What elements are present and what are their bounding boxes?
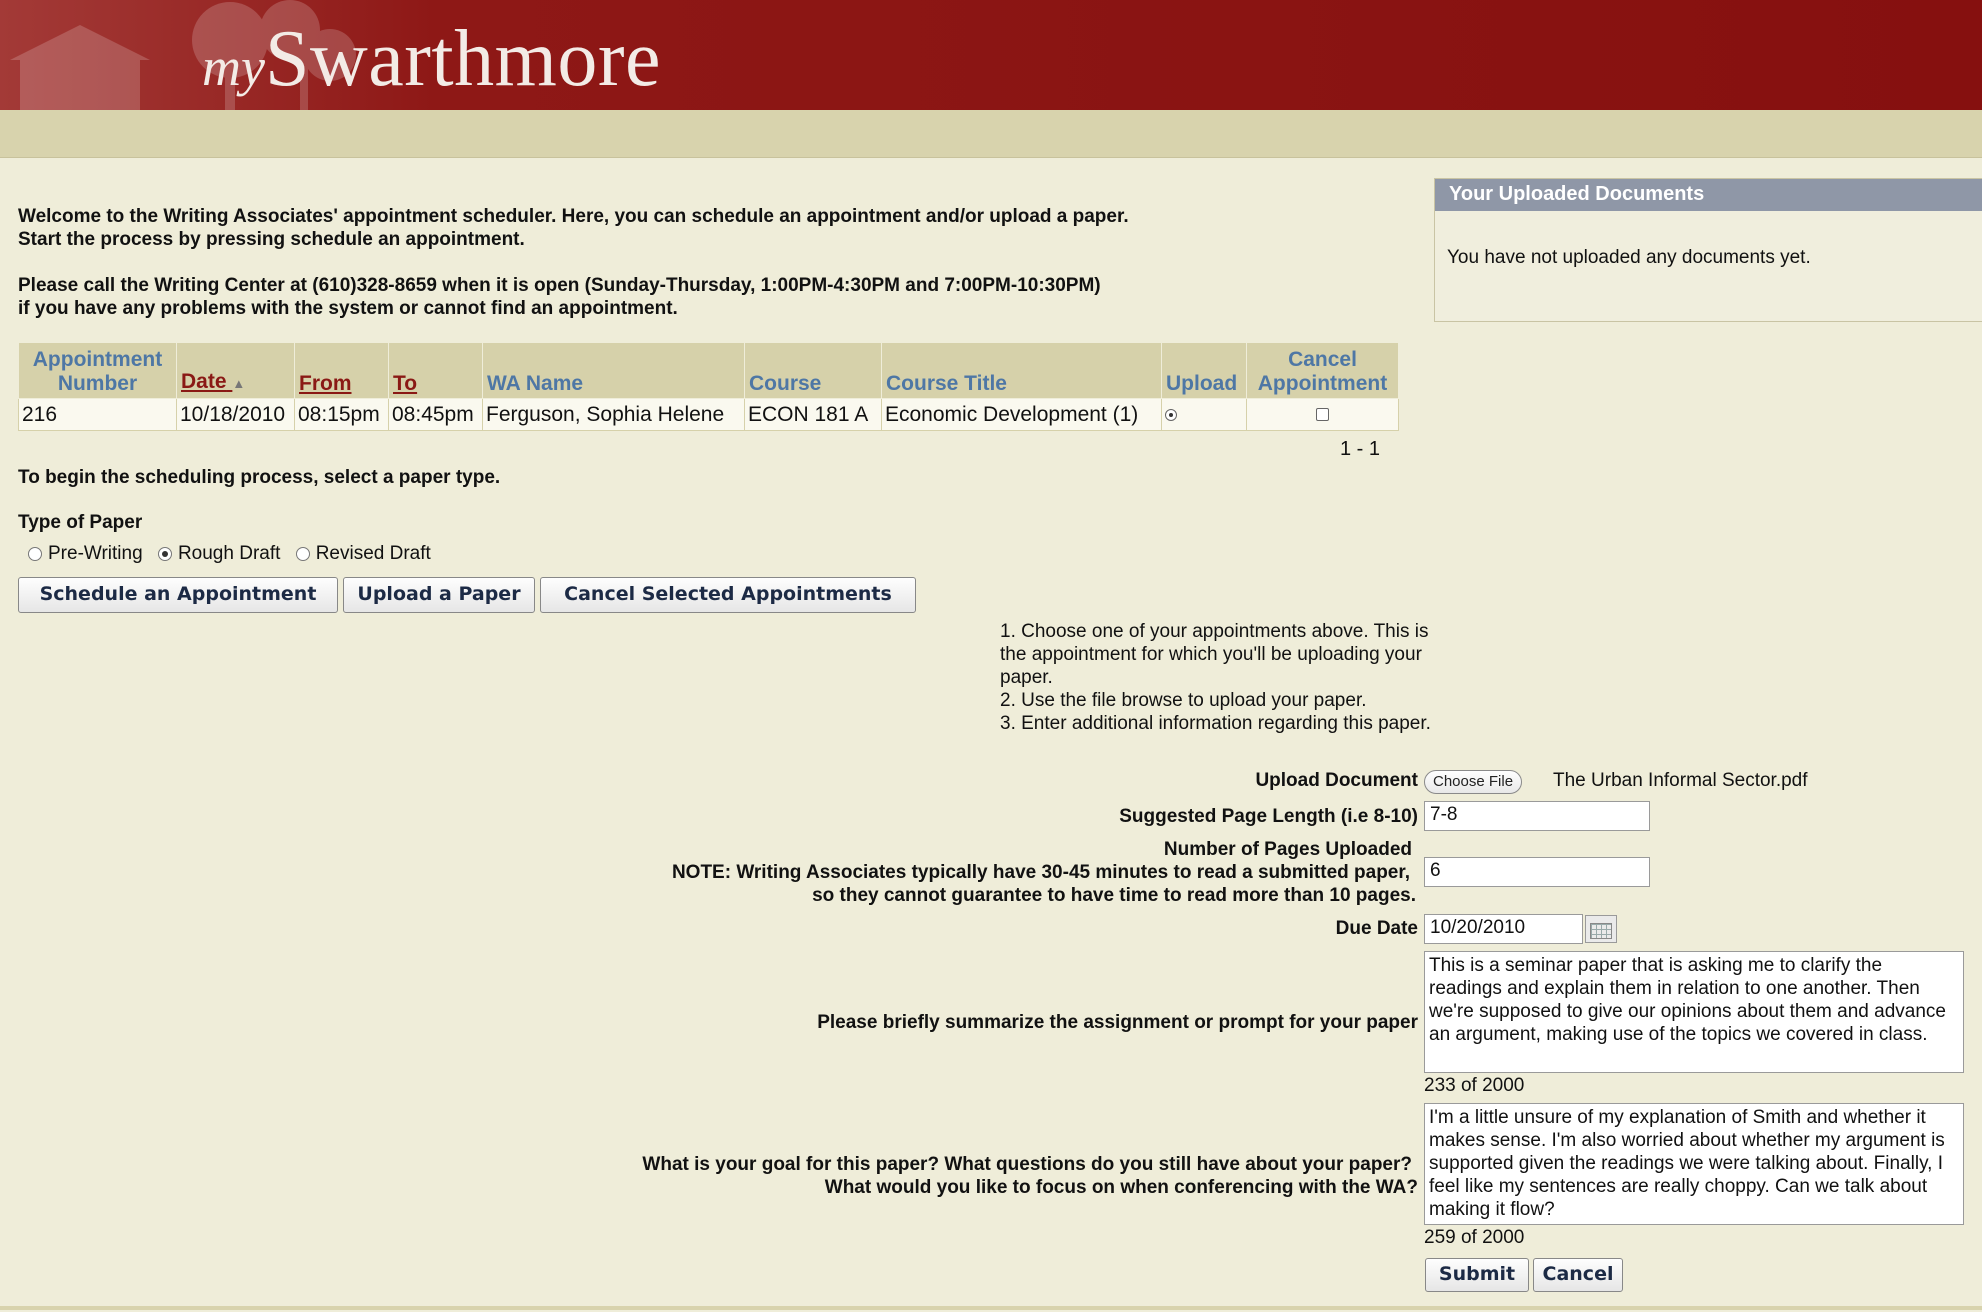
upload-document-label: Upload Document [1255, 770, 1418, 791]
col-number-line1: Appointment [32, 348, 163, 371]
table-header-row: Appointment Number Date ▲ From To WA Nam… [18, 342, 1399, 399]
table-row: 216 10/18/2010 08:15pm 08:45pm Ferguson,… [18, 398, 1399, 431]
due-date-label: Due Date [1335, 918, 1418, 939]
cell-to: 08:45pm [388, 398, 483, 431]
page-length-label: Suggested Page Length (i.e 8-10) [1119, 806, 1418, 827]
col-cancel-line2: Appointment [1257, 372, 1388, 395]
instruction-1c: paper. [1000, 667, 1053, 688]
col-cancel-appointment: Cancel Appointment [1246, 342, 1399, 399]
instruction-1a: 1. Choose one of your appointments above… [1000, 621, 1429, 642]
upload-select-radio[interactable] [1165, 408, 1177, 421]
col-date-sort[interactable]: Date ▲ [176, 342, 295, 399]
col-to-sort[interactable]: To [388, 342, 483, 399]
selected-file-name: The Urban Informal Sector.pdf [1553, 770, 1808, 791]
logo-main: Swarthmore [264, 15, 661, 103]
summary-label: Please briefly summarize the assignment … [817, 1012, 1418, 1033]
sort-asc-icon: ▲ [232, 376, 246, 391]
intro-line-4: if you have any problems with the system… [18, 298, 678, 319]
goal-textarea[interactable]: I'm a little unsure of my explanation of… [1424, 1103, 1964, 1225]
radio-pre-writing-label: Pre-Writing [48, 543, 143, 564]
nav-subbar [0, 110, 1982, 158]
schedule-prompt: To begin the scheduling process, select … [18, 467, 501, 488]
upload-paper-button[interactable]: Upload a Paper [343, 577, 535, 613]
col-course-title: Course Title [881, 342, 1162, 399]
footer-divider [0, 1306, 1982, 1310]
cell-wa-name: Ferguson, Sophia Helene [482, 398, 745, 431]
pages-uploaded-input[interactable]: 6 [1424, 857, 1650, 887]
cancel-button[interactable]: Cancel [1533, 1258, 1623, 1292]
radio-pre-writing-circle[interactable] [28, 547, 42, 561]
col-date-label[interactable]: Date [181, 370, 227, 393]
cell-course: ECON 181 A [744, 398, 882, 431]
page-length-input[interactable]: 7-8 [1424, 801, 1650, 831]
pages-uploaded-label: Number of Pages Uploaded [1163, 839, 1412, 860]
intro-line-3: Please call the Writing Center at (610)3… [18, 275, 1101, 296]
instruction-3: 3. Enter additional information regardin… [1000, 713, 1431, 734]
paper-type-options: Pre-Writing Rough Draft Revised Draft [28, 542, 431, 565]
intro-line-1: Welcome to the Writing Associates' appoi… [18, 206, 1129, 227]
pagination: 1 - 1 [1340, 438, 1381, 460]
col-number-line2: Number [57, 372, 138, 395]
calendar-icon[interactable] [1585, 915, 1617, 943]
goal-label-1: What is your goal for this paper? What q… [642, 1154, 1412, 1175]
instruction-1b: the appointment for which you'll be uplo… [1000, 644, 1422, 665]
cancel-appointment-checkbox[interactable] [1316, 408, 1329, 422]
instruction-2: 2. Use the file browse to upload your pa… [1000, 690, 1367, 711]
choose-file-button[interactable]: Choose File [1424, 770, 1523, 794]
radio-revised-draft-label: Revised Draft [315, 543, 431, 564]
summary-char-count: 233 of 2000 [1424, 1075, 1525, 1096]
cell-cancel [1246, 398, 1399, 431]
site-logo[interactable]: mySwarthmore [202, 14, 661, 105]
due-date-input[interactable]: 10/20/2010 [1424, 914, 1583, 944]
col-cancel-line1: Cancel [1288, 348, 1357, 371]
pages-note-line-2: so they cannot guarantee to have time to… [812, 885, 1416, 906]
radio-rough-draft[interactable]: Rough Draft [157, 543, 281, 564]
uploaded-documents-empty: You have not uploaded any documents yet. [1447, 247, 1811, 268]
col-wa-name: WA Name [482, 342, 745, 399]
goal-label-2: What would you like to focus on when con… [824, 1177, 1418, 1198]
uploaded-documents-title: Your Uploaded Documents [1435, 179, 1982, 211]
col-appointment-number: Appointment Number [18, 342, 177, 399]
logo-prefix: my [202, 37, 265, 97]
summary-textarea[interactable]: This is a seminar paper that is asking m… [1424, 951, 1964, 1073]
radio-revised-draft-circle[interactable] [295, 547, 310, 561]
paper-type-label: Type of Paper [18, 512, 143, 533]
col-upload: Upload [1161, 342, 1247, 399]
header-banner: mySwarthmore [0, 0, 1982, 110]
cell-number: 216 [18, 398, 177, 431]
pages-note-line-1: NOTE: Writing Associates typically have … [671, 862, 1410, 883]
cell-date: 10/18/2010 [176, 398, 295, 431]
goal-char-count: 259 of 2000 [1424, 1227, 1525, 1248]
col-course: Course [744, 342, 882, 399]
appointments-table: Appointment Number Date ▲ From To WA Nam… [18, 342, 1399, 431]
cancel-selected-button[interactable]: Cancel Selected Appointments [540, 577, 916, 613]
radio-revised-draft[interactable]: Revised Draft [295, 543, 431, 564]
submit-button[interactable]: Submit [1425, 1258, 1529, 1292]
col-from-sort[interactable]: From [294, 342, 389, 399]
cell-from: 08:15pm [294, 398, 389, 431]
schedule-appointment-button[interactable]: Schedule an Appointment [18, 577, 338, 613]
intro-line-2: Start the process by pressing schedule a… [18, 229, 525, 250]
radio-rough-draft-circle[interactable] [157, 547, 172, 561]
radio-rough-draft-label: Rough Draft [177, 543, 281, 564]
cell-course-title: Economic Development (1) [881, 398, 1162, 431]
uploaded-documents-panel: Your Uploaded Documents You have not upl… [1434, 178, 1982, 322]
cell-upload [1161, 398, 1247, 431]
radio-pre-writing[interactable]: Pre-Writing [28, 543, 143, 564]
